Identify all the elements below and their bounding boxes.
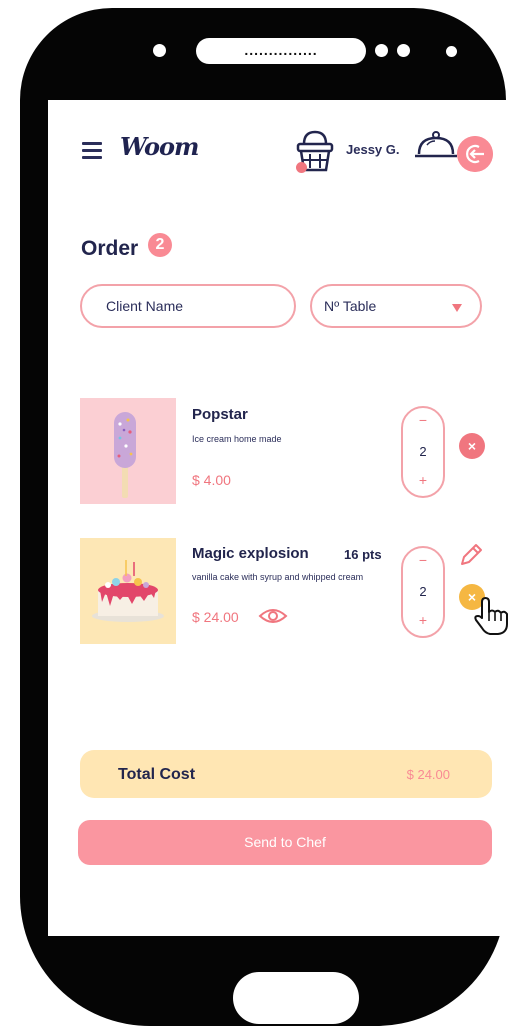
item-price: $ 24.00 (192, 609, 239, 625)
cart-badge (296, 162, 307, 173)
table-number-select[interactable]: Nº Table (310, 284, 482, 328)
table-select-label: Nº Table (324, 298, 377, 314)
total-cost-value: $ 24.00 (406, 767, 450, 782)
logout-icon[interactable] (457, 136, 493, 172)
order-title: Order (81, 237, 139, 260)
item-points: 16 pts (344, 547, 382, 562)
camera-dot (153, 44, 166, 57)
popsicle-image (80, 398, 176, 504)
menu-icon[interactable] (82, 142, 102, 159)
send-to-chef-button[interactable]: Send to Chef (78, 820, 492, 865)
quantity-stepper[interactable]: − 2 + (401, 546, 445, 638)
order-count-badge: 2 (148, 233, 172, 257)
client-name-input[interactable] (80, 284, 296, 328)
quantity-value: 2 (419, 584, 427, 599)
quantity-value: 2 (419, 444, 427, 459)
eye-icon[interactable] (258, 606, 288, 626)
total-cost-label: Total Cost (118, 766, 196, 783)
dropdown-arrow-icon (452, 304, 462, 312)
app-logo: Woom (120, 132, 199, 161)
sensor-dot (397, 44, 410, 57)
decrease-button[interactable]: − (403, 552, 443, 568)
total-cost-bar: Total Cost $ 24.00 (80, 750, 492, 798)
hand-pointer-icon (474, 597, 508, 635)
item-name: Popstar (192, 406, 248, 423)
increase-button[interactable]: + (403, 472, 443, 488)
remove-item-button[interactable]: × (459, 433, 485, 459)
speaker-grille: ............... (196, 38, 366, 64)
app-screen: Woom Jessy G. Order 2 Nº Table (48, 100, 520, 936)
home-button[interactable] (233, 972, 359, 1024)
item-price: $ 4.00 (192, 472, 231, 488)
sensor-dot (375, 44, 388, 57)
quantity-stepper[interactable]: − 2 + (401, 406, 445, 498)
edit-pencil-icon[interactable] (458, 542, 484, 568)
sensor-dot (446, 46, 457, 57)
item-name: Magic explosion (192, 545, 309, 562)
decrease-button[interactable]: − (403, 412, 443, 428)
cloche-icon[interactable] (414, 130, 458, 164)
item-description: vanilla cake with syrup and whipped crea… (192, 572, 364, 582)
user-name: Jessy G. (346, 142, 400, 157)
increase-button[interactable]: + (403, 612, 443, 628)
cake-image (80, 538, 176, 644)
item-description: Ice cream home made (192, 434, 282, 444)
